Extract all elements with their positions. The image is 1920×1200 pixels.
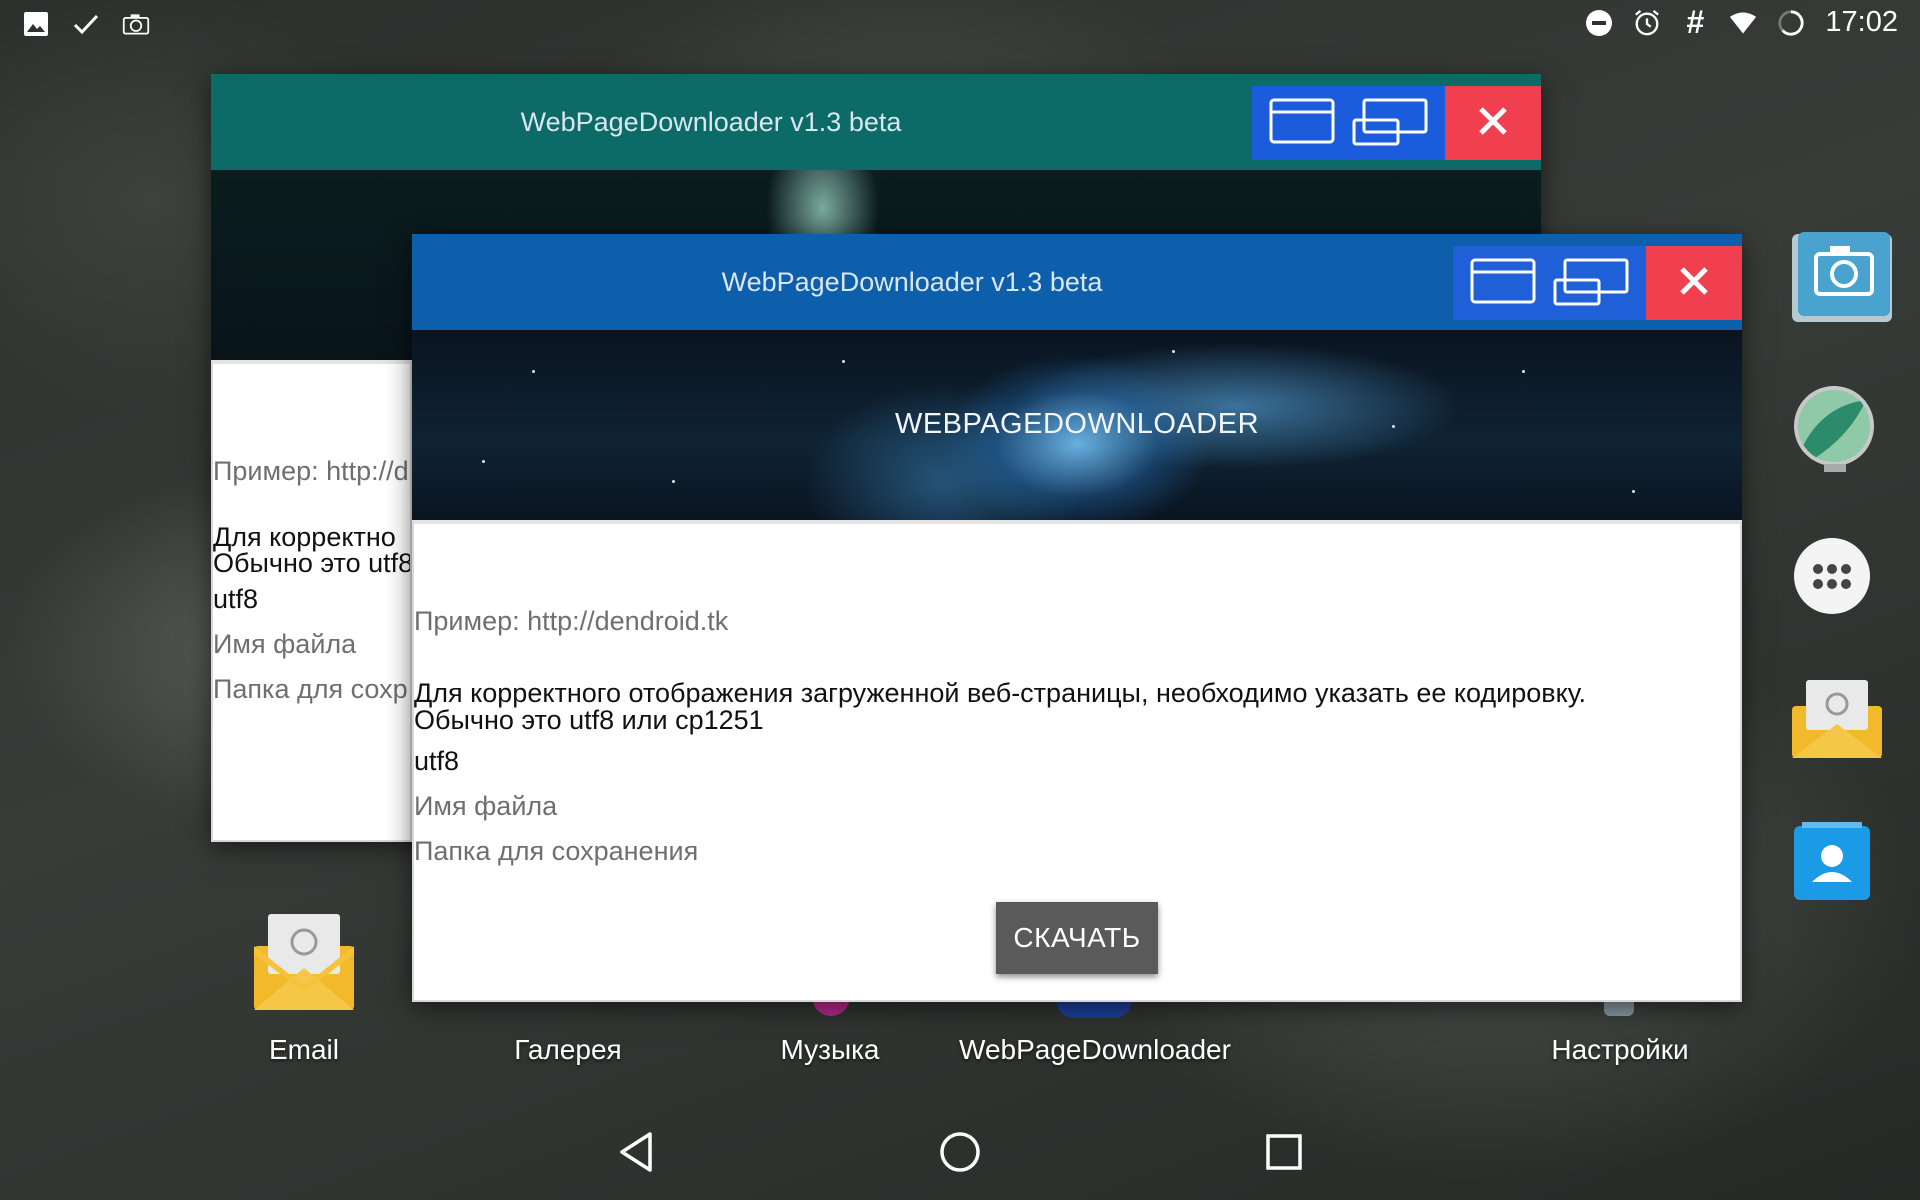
url-input[interactable]: Пример: http://dendroid.tk [414,606,728,637]
app-banner: WEBPAGEDOWNLOADER [412,330,1742,520]
window-titlebar[interactable]: WebPageDownloader v1.3 beta [412,234,1742,330]
email-icon[interactable] [1792,676,1882,764]
app-label-webpagedownloader[interactable]: WebPageDownloader [950,1034,1240,1066]
app-label-music[interactable]: Музыка [750,1034,910,1066]
camera-icon[interactable] [1792,232,1892,322]
encoding-help-line2: Обычно это utf8 [213,548,412,578]
restore-window-icon[interactable] [1553,256,1629,311]
alarm-icon [1633,9,1661,37]
close-button[interactable] [1445,86,1541,160]
settings-app-icon[interactable] [1604,1000,1634,1016]
app-label-gallery[interactable]: Галерея [478,1034,658,1066]
window-titlebar[interactable]: WebPageDownloader v1.3 beta [211,74,1541,170]
form-panel: Пример: http://dendroid.tk Для корректно… [412,520,1742,1002]
wifi-icon [1729,9,1757,37]
encoding-input[interactable]: utf8 [414,746,459,777]
encoding-input[interactable]: utf8 [213,584,258,615]
app-label-settings[interactable]: Настройки [1530,1034,1710,1066]
app-window-front[interactable]: WebPageDownloader v1.3 beta WEBPAGEDOWNL… [412,234,1742,1002]
app-label-email[interactable]: Email [246,1034,362,1066]
close-icon[interactable] [1478,106,1508,141]
back-icon[interactable] [606,1122,666,1182]
image-icon [22,10,50,38]
hash-icon: # [1686,4,1705,40]
email-app-icon[interactable] [246,906,362,1016]
folder-input[interactable]: Папка для сохр [213,674,408,705]
folder-input[interactable]: Папка для сохранения [414,836,698,867]
filename-input[interactable]: Имя файла [213,629,356,660]
banner-title: WEBPAGEDOWNLOADER [894,408,1260,440]
app-drawer-icon[interactable] [1792,536,1880,624]
url-input[interactable]: Пример: http://d [213,456,409,487]
maximize-icon[interactable] [1269,98,1335,149]
screenshot-icon [122,10,150,38]
form-panel: Пример: http://d Для корректно Обычно эт… [211,360,412,842]
window-title: WebPageDownloader v1.3 beta [520,106,902,137]
battery-icon [1777,9,1805,37]
status-bar: # 17:02 [0,0,1920,48]
home-icon[interactable] [930,1122,990,1182]
download-button[interactable]: СКАЧАТЬ [996,902,1158,974]
check-icon [72,10,100,38]
recents-icon[interactable] [1254,1122,1314,1182]
status-clock: 17:02 [1825,6,1898,38]
contacts-icon[interactable] [1792,822,1880,910]
filename-input[interactable]: Имя файла [414,791,557,822]
encoding-help-line2: Обычно это utf8 или cp1251 [414,705,764,735]
window-title: WebPageDownloader v1.3 beta [721,266,1103,297]
close-icon[interactable] [1679,266,1709,301]
browser-globe-icon[interactable] [1792,386,1880,474]
dnd-icon [1585,9,1613,37]
maximize-icon[interactable] [1470,258,1536,309]
close-button[interactable] [1646,246,1742,320]
webpagedownloader-app-icon[interactable] [1056,1000,1132,1018]
restore-window-icon[interactable] [1352,96,1428,151]
